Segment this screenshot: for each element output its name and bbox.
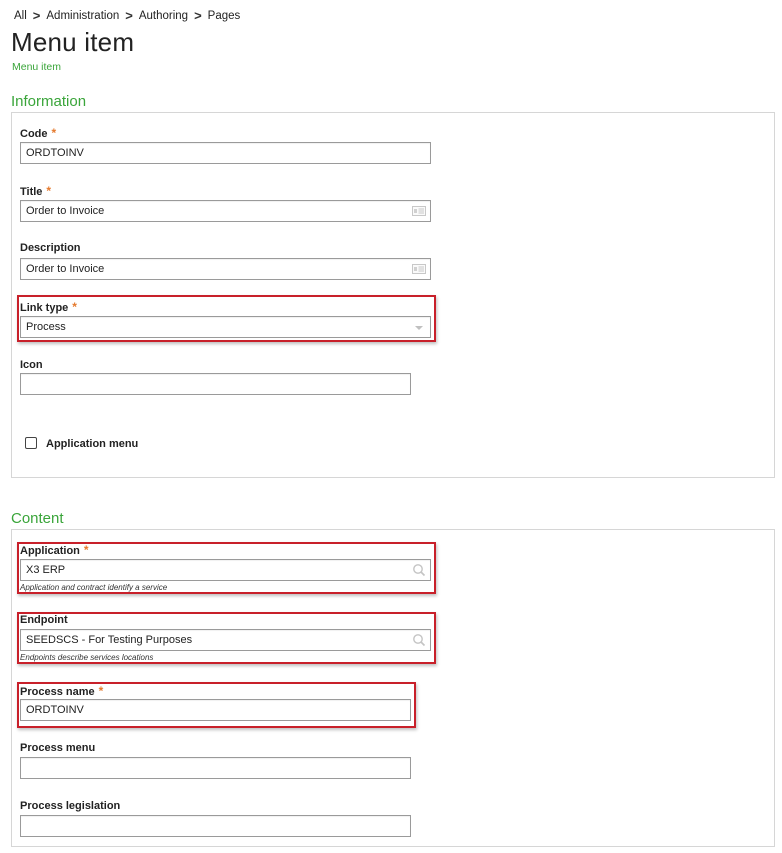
section-title-content: Content — [11, 510, 64, 527]
endpoint-value: SEEDSCS - For Testing Purposes — [26, 634, 193, 646]
localize-icon[interactable] — [412, 204, 426, 218]
code-value: ORDTOINV — [26, 147, 84, 159]
description-input[interactable]: Order to Invoice — [20, 258, 431, 280]
application-menu-checkbox[interactable] — [25, 437, 37, 449]
section-title-information: Information — [11, 93, 87, 110]
breadcrumb-pages[interactable]: Pages — [208, 10, 241, 22]
breadcrumb-separator: > — [194, 8, 202, 23]
application-label-text: Application — [20, 545, 80, 557]
description-label: Description — [20, 242, 81, 254]
page-title: Menu item — [11, 27, 135, 57]
link-type-label-text: Link type — [20, 302, 69, 314]
endpoint-input[interactable]: SEEDSCS - For Testing Purposes — [20, 629, 431, 651]
information-panel: Code * ORDTOINV Title * Order to Invoice D… — [11, 112, 775, 478]
breadcrumb-all[interactable]: All — [14, 10, 27, 22]
required-icon: * — [83, 543, 89, 557]
icon-label: Icon — [20, 359, 43, 371]
page-subtitle: Menu item — [12, 61, 62, 73]
title-label-text: Title — [20, 186, 43, 198]
description-value: Order to Invoice — [26, 263, 105, 275]
application-hint: Application and contract identify a serv… — [20, 583, 168, 592]
localize-icon[interactable] — [412, 262, 426, 276]
application-label: Application * — [20, 543, 89, 557]
link-type-value: Process — [26, 321, 66, 333]
endpoint-label: Endpoint — [20, 614, 68, 626]
breadcrumb: All > Administration > Authoring > Pages — [14, 8, 240, 23]
required-icon: * — [98, 684, 104, 698]
title-input[interactable]: Order to Invoice — [20, 200, 431, 222]
breadcrumb-administration[interactable]: Administration — [46, 10, 119, 22]
process-name-input[interactable]: ORDTOINV — [20, 699, 411, 721]
content-panel: Application * X3 ERP Application and cont… — [11, 529, 775, 847]
link-type-select[interactable]: Process — [20, 316, 431, 338]
dropdown-arrow-icon[interactable] — [412, 320, 426, 334]
code-label-text: Code — [20, 128, 48, 140]
icon-input[interactable] — [20, 373, 411, 395]
required-icon: * — [46, 184, 52, 198]
search-icon[interactable] — [412, 633, 426, 647]
required-icon: * — [72, 300, 77, 314]
title-label: Title * — [20, 184, 51, 198]
process-legislation-label: Process legislation — [20, 800, 121, 812]
search-icon[interactable] — [412, 563, 426, 577]
required-icon: * — [51, 126, 57, 140]
process-menu-label: Process menu — [20, 742, 96, 754]
breadcrumb-authoring[interactable]: Authoring — [139, 10, 188, 22]
application-menu-label[interactable]: Application menu — [46, 438, 138, 450]
link-type-label: Link type * — [20, 300, 77, 314]
process-menu-input[interactable] — [20, 757, 411, 779]
code-input[interactable]: ORDTOINV — [20, 142, 431, 164]
breadcrumb-separator: > — [32, 8, 41, 23]
process-name-label: Process name * — [20, 684, 103, 698]
process-name-label-text: Process name — [20, 686, 95, 698]
application-input[interactable]: X3 ERP — [20, 559, 431, 581]
code-label: Code * — [20, 126, 56, 140]
title-value: Order to Invoice — [26, 205, 105, 217]
process-name-value: ORDTOINV — [26, 704, 84, 716]
process-legislation-input[interactable] — [20, 815, 411, 837]
endpoint-hint: Endpoints describe services locations — [20, 653, 154, 662]
breadcrumb-separator: > — [125, 8, 133, 23]
application-value: X3 ERP — [26, 564, 66, 576]
